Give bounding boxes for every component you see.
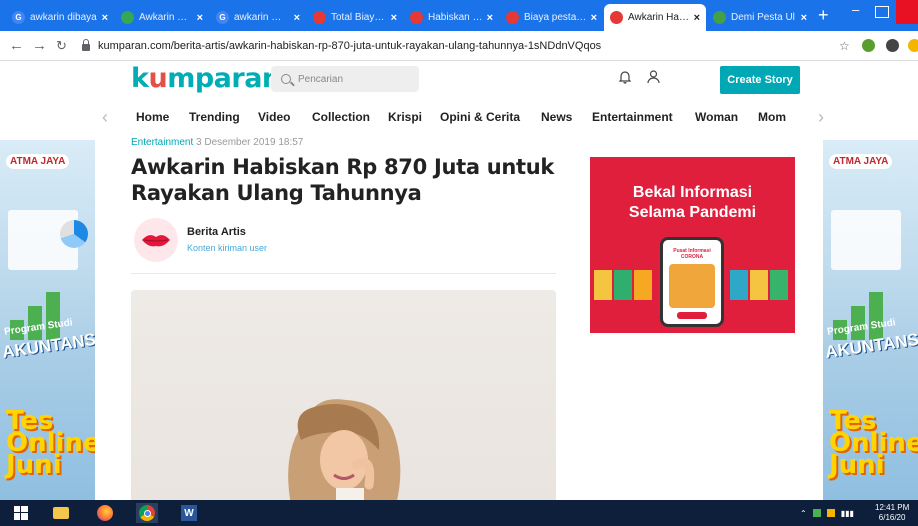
- firefox-icon[interactable]: [94, 503, 116, 523]
- nav-item[interactable]: Collection: [312, 110, 370, 124]
- chrome-icon[interactable]: [136, 503, 158, 523]
- browser-tab[interactable]: Gawkarin meray ×: [210, 4, 306, 31]
- nav-left-chevron-icon[interactable]: ‹: [102, 107, 108, 128]
- clock[interactable]: 12:41 PM 6/16/20: [875, 503, 909, 523]
- browser-tab[interactable]: Gawkarin dibaya ×: [6, 4, 114, 31]
- article-category-link[interactable]: Entertainment: [131, 137, 193, 148]
- create-story-button[interactable]: Create Story: [720, 66, 800, 94]
- ad-title: Bekal Informasi Selama Pandemi: [628, 184, 757, 221]
- close-tab-icon[interactable]: ×: [294, 12, 300, 24]
- minimize-button[interactable]: –: [852, 2, 859, 17]
- user-icon[interactable]: [647, 70, 660, 84]
- browser-tab[interactable]: Biaya pesta ult ×: [500, 4, 603, 31]
- nav-item[interactable]: News: [541, 110, 572, 124]
- right-advertisement[interactable]: Bekal Informasi Selama Pandemi Pusat Info…: [590, 157, 795, 333]
- tab-title: Awkarin Diam: [139, 12, 193, 23]
- nav-item[interactable]: Video: [258, 110, 290, 124]
- tab-title: Demi Pesta Ul: [731, 12, 795, 23]
- tab-favicon-icon: G: [216, 11, 229, 24]
- banner-tes-online: Tes Online Juni: [829, 406, 918, 480]
- browser-tab[interactable]: Awkarin Habisk ×: [604, 4, 706, 31]
- close-tab-icon[interactable]: ×: [694, 12, 700, 24]
- browser-tab[interactable]: Demi Pesta Ul ×: [707, 4, 813, 31]
- nav-item[interactable]: Home: [136, 110, 169, 124]
- profile-icon[interactable]: [886, 39, 899, 52]
- close-tab-icon[interactable]: ×: [591, 12, 597, 24]
- browser-tab-strip: Gawkarin dibaya×Awkarin Diam×Gawkarin me…: [0, 0, 918, 31]
- nav-right-chevron-icon[interactable]: ›: [818, 107, 824, 128]
- address-bar: ← → ↻ kumparan.com/berita-artis/awkarin-…: [0, 31, 918, 61]
- tab-favicon-icon: [121, 11, 134, 24]
- browser-tab[interactable]: Awkarin Diam ×: [115, 4, 209, 31]
- close-tab-icon[interactable]: ×: [391, 12, 397, 24]
- maximize-button[interactable]: [875, 6, 889, 18]
- person-photo: [288, 399, 401, 505]
- banner-tes-online: Tes Online Juni: [6, 406, 95, 480]
- kumparan-logo[interactable]: kumparan: [131, 63, 281, 94]
- atma-jaya-logo: ATMA JAYA: [6, 154, 70, 169]
- windows-taskbar: W ⌃ ▮▮▮ 12:41 PM 6/16/20: [0, 500, 918, 526]
- nav-item[interactable]: Krispi: [388, 110, 422, 124]
- reload-icon[interactable]: ↻: [56, 38, 67, 54]
- article-date: 3 Desember 2019 18:57: [196, 137, 304, 148]
- word-icon[interactable]: W: [178, 503, 200, 523]
- tab-title: awkarin meray: [234, 12, 290, 23]
- close-tab-icon[interactable]: ×: [801, 12, 807, 24]
- search-icon: [281, 74, 291, 84]
- new-tab-button[interactable]: +: [818, 5, 829, 26]
- bookmark-star-icon[interactable]: ☆: [839, 39, 850, 53]
- file-explorer-icon[interactable]: [50, 503, 72, 523]
- extension-icon[interactable]: [862, 39, 875, 52]
- search-placeholder: Pencarian: [298, 73, 344, 85]
- site-header: kumparan Pencarian Create Story: [0, 61, 918, 99]
- tab-title: Biaya pesta ult: [524, 12, 587, 23]
- author-row: Berita Artis Konten kiriman user: [131, 218, 556, 274]
- right-side-banner[interactable]: ATMA JAYA Program Studi AKUNTANSI Tes Onl…: [823, 140, 918, 500]
- tab-favicon-icon: [313, 11, 326, 24]
- lock-icon: [82, 39, 90, 51]
- close-tab-icon[interactable]: ×: [197, 12, 203, 24]
- nav-item[interactable]: Entertainment: [592, 110, 673, 124]
- tab-favicon-icon: [610, 11, 623, 24]
- author-subtitle: Konten kiriman user: [187, 243, 268, 253]
- tab-favicon-icon: [410, 11, 423, 24]
- author-name[interactable]: Berita Artis: [187, 226, 246, 238]
- nav-item[interactable]: Trending: [189, 110, 240, 124]
- bell-icon[interactable]: [619, 70, 631, 84]
- url-text: kumparan.com/berita-artis/awkarin-habisk…: [98, 40, 602, 52]
- url-field[interactable]: kumparan.com/berita-artis/awkarin-habisk…: [82, 35, 827, 57]
- atma-jaya-logo: ATMA JAYA: [829, 154, 893, 169]
- windows-start-icon[interactable]: [10, 503, 32, 523]
- extension-icon[interactable]: [908, 39, 918, 52]
- article-meta: Entertainment 3 Desember 2019 18:57: [131, 137, 303, 148]
- nav-item[interactable]: Opini & Cerita: [440, 110, 520, 124]
- author-avatar[interactable]: [134, 218, 178, 262]
- banner-pie-graphic: [60, 220, 88, 248]
- nav-item[interactable]: Mom: [758, 110, 786, 124]
- browser-tab[interactable]: Total Biaya Pe ×: [307, 4, 403, 31]
- tab-title: Total Biaya Pe: [331, 12, 387, 23]
- banner-chart-graphic: [831, 210, 901, 270]
- search-input[interactable]: Pencarian: [271, 66, 419, 92]
- forward-arrow-icon[interactable]: →: [32, 37, 47, 54]
- lips-icon: [142, 235, 170, 247]
- tab-title: awkarin dibaya: [30, 12, 97, 23]
- tab-favicon-icon: [506, 11, 519, 24]
- browser-tab[interactable]: Habiskan Rp8 ×: [404, 4, 499, 31]
- back-arrow-icon[interactable]: ←: [9, 37, 24, 54]
- close-window-button[interactable]: [896, 0, 918, 24]
- phone-mockup: Pusat Informasi CORONA: [660, 237, 724, 327]
- tab-title: Awkarin Habisk: [628, 12, 690, 23]
- category-nav: ‹ Home Trending Video Collection Krispi Opini…: [0, 99, 918, 135]
- tab-favicon-icon: G: [12, 11, 25, 24]
- left-side-banner[interactable]: ATMA JAYA Program Studi AKUNTANSI Tes Onl…: [0, 140, 95, 500]
- article-headline: Awkarin Habiskan Rp 870 Juta untuk Rayak…: [131, 155, 555, 205]
- tab-title: Habiskan Rp8: [428, 12, 483, 23]
- tab-favicon-icon: [713, 11, 726, 24]
- close-tab-icon[interactable]: ×: [102, 12, 108, 24]
- article-hero-image[interactable]: [131, 290, 556, 505]
- nav-item[interactable]: Woman: [695, 110, 738, 124]
- close-tab-icon[interactable]: ×: [487, 12, 493, 24]
